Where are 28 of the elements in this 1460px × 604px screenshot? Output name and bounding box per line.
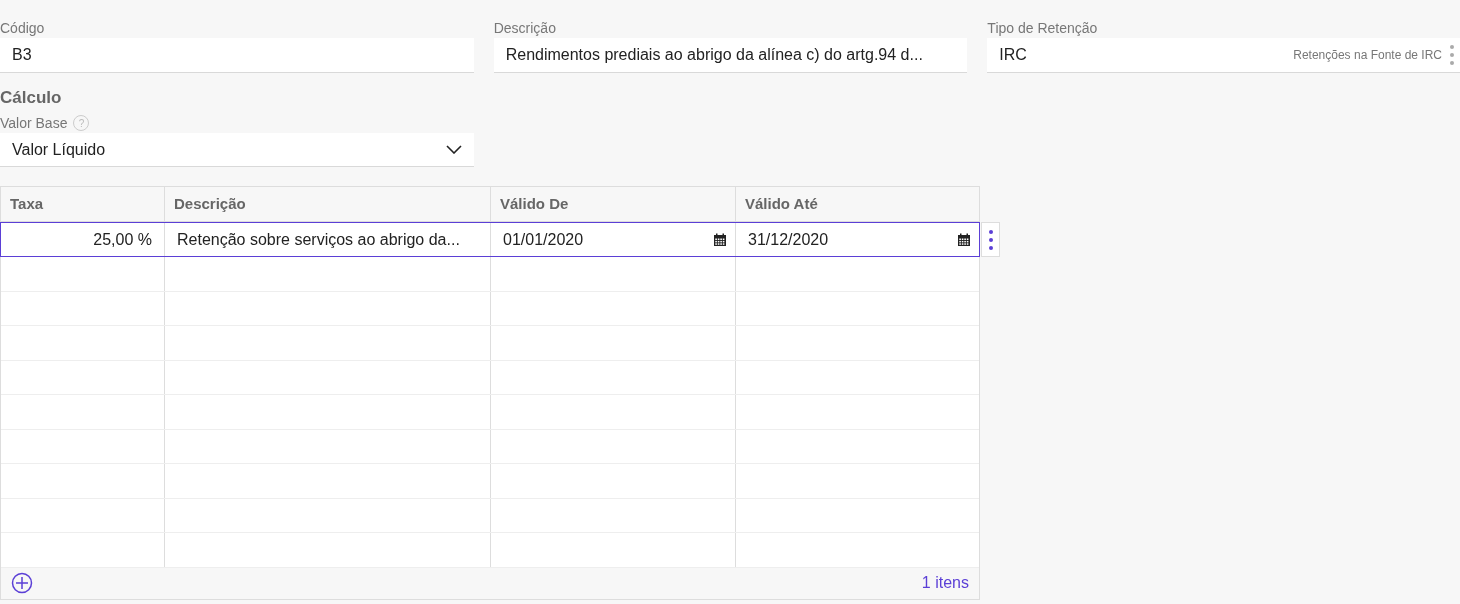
field-label: Código xyxy=(0,19,46,38)
field-label: Tipo de Retenção xyxy=(987,19,1099,38)
chevron-down-icon xyxy=(446,145,462,154)
add-icon[interactable] xyxy=(11,572,33,594)
calendar-icon[interactable] xyxy=(957,232,971,247)
field-value: B3 xyxy=(12,45,33,65)
field-hint: Retenções na Fonte de IRC xyxy=(1293,47,1442,64)
column-header: Válido De xyxy=(490,187,735,221)
item-count: 1 itens xyxy=(921,573,969,593)
field-value: Rendimentos prediais ao abrigo da alínea c) do artg.94 d... xyxy=(505,45,924,65)
column-header: Taxa xyxy=(9,193,45,214)
table-cell-text: 01/01/2020 xyxy=(503,229,584,250)
field-value: IRC xyxy=(999,45,1028,65)
column-header: Descrição xyxy=(164,187,490,221)
column-header: Válido Até xyxy=(735,187,979,221)
table-cell-text: 31/12/2020 xyxy=(748,229,829,250)
select-field[interactable]: Valor Líquido xyxy=(0,133,474,167)
table-row[interactable]: 25,00 % Retenção sobre serviços ao abrigo da... 01/01/2020 31/12/2020 xyxy=(0,222,980,257)
calendar-icon[interactable] xyxy=(713,232,727,247)
field-label: Valor Base xyxy=(0,113,68,133)
more-icon[interactable] xyxy=(988,228,993,251)
table-cell-text: 25,00 % xyxy=(92,229,153,250)
input-field[interactable]: IRC Retenções na Fonte de IRC xyxy=(987,38,1460,73)
section-title: Cálculo xyxy=(0,87,63,109)
field-label: Descrição xyxy=(493,19,557,38)
table-cell: Retenção sobre serviços ao abrigo da... xyxy=(164,223,490,256)
input-field[interactable]: B3 xyxy=(0,38,474,73)
input-field[interactable]: Rendimentos prediais ao abrigo da alínea c) do artg.94 d... xyxy=(493,38,968,73)
